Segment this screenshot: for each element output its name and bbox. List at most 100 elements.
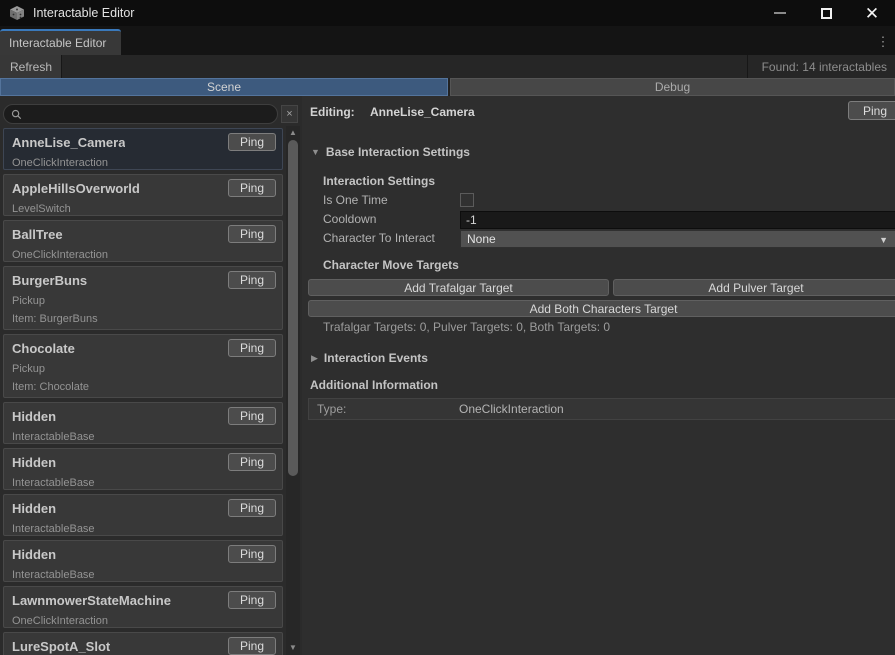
tab-scene[interactable]: Scene (0, 78, 448, 96)
ping-button[interactable]: Ping (228, 271, 276, 289)
interactable-editor-window: Interactable Editor ✕ Interactable Edito… (0, 0, 895, 655)
item-subtitle: Item: BurgerBuns (12, 313, 276, 325)
type-row: Type: OneClickInteraction (308, 398, 895, 420)
item-subtitle: LevelSwitch (12, 203, 276, 215)
additional-information-header: Additional Information (310, 378, 438, 392)
minimize-icon (774, 12, 786, 14)
interaction-events-foldout[interactable]: ▶ Interaction Events (311, 351, 428, 365)
item-subtitle: InteractableBase (12, 523, 276, 535)
scroll-down-icon[interactable]: ▼ (286, 641, 300, 653)
tab-interactable-editor[interactable]: Interactable Editor (0, 29, 121, 55)
item-title: BallTree (12, 225, 63, 242)
search-icon (11, 109, 22, 120)
editing-target-name: AnneLise_Camera (370, 105, 475, 119)
doc-tab-strip: Interactable Editor ⋮ (0, 26, 895, 55)
item-subtitle: Item: Chocolate (12, 381, 276, 393)
character-to-interact-dropdown[interactable]: None ▼ (460, 230, 895, 248)
item-title: AnneLise_Camera (12, 133, 125, 150)
chevron-down-icon: ▼ (879, 235, 888, 245)
list-item[interactable]: AnneLise_Camera Ping OneClickInteraction (3, 128, 283, 170)
add-pulver-target-button[interactable]: Add Pulver Target (613, 279, 895, 296)
foldout-closed-icon: ▶ (311, 353, 318, 364)
list-item[interactable]: BallTreePingOneClickInteraction (3, 220, 283, 262)
title-bar: Interactable Editor ✕ (0, 0, 895, 26)
close-icon: ✕ (865, 5, 879, 22)
list-item[interactable]: LureSpotA_Slot Ping (3, 632, 283, 655)
search-box[interactable] (3, 104, 278, 124)
item-subtitle: InteractableBase (12, 477, 276, 489)
item-subtitle: OneClickInteraction (12, 157, 276, 169)
item-title: Hidden (12, 407, 56, 424)
ping-button[interactable]: Ping (228, 545, 276, 563)
scrollbar-thumb[interactable] (288, 140, 298, 476)
is-one-time-label: Is One Time (323, 191, 388, 209)
list-item[interactable]: Hidden Ping InteractableBase (3, 494, 283, 536)
editing-label: Editing: (310, 105, 355, 119)
tab-debug[interactable]: Debug (450, 78, 895, 96)
cooldown-value: -1 (466, 213, 477, 227)
cooldown-field[interactable]: -1 (460, 211, 895, 229)
item-title: Hidden (12, 499, 56, 516)
kebab-menu-icon[interactable]: ⋮ (875, 34, 891, 52)
view-tab-bar: Scene Debug (0, 78, 895, 96)
maximize-icon (821, 8, 832, 19)
list-item[interactable]: AppleHillsOverworld Ping LevelSwitch (3, 174, 283, 216)
doc-tab-label: Interactable Editor (9, 36, 106, 50)
list-item[interactable]: BurgerBuns Ping Pickup Item: BurgerBuns (3, 266, 283, 330)
interactable-list: AnneLise_Camera Ping OneClickInteraction Ap… (3, 128, 283, 655)
ping-button[interactable]: Ping (228, 225, 276, 243)
refresh-button[interactable]: Refresh (0, 55, 62, 78)
list-item[interactable]: LawnmowerStateMachine Ping OneClickInterac… (3, 586, 283, 628)
window-title: Interactable Editor (33, 6, 134, 20)
found-count-label: Found: 14 interactables (762, 55, 887, 78)
is-one-time-checkbox[interactable] (460, 193, 474, 207)
ping-button[interactable]: Ping (228, 499, 276, 517)
add-trafalgar-target-button[interactable]: Add Trafalgar Target (308, 279, 609, 296)
item-title: AppleHillsOverworld (12, 179, 140, 196)
ping-button[interactable]: Ping (228, 179, 276, 197)
ping-button[interactable]: Ping (228, 339, 276, 357)
search-clear-button[interactable]: × (281, 105, 298, 123)
item-subtitle: InteractableBase (12, 569, 276, 581)
list-item[interactable]: Hidden Ping InteractableBase (3, 402, 283, 444)
close-button[interactable]: ✕ (849, 0, 895, 26)
add-both-characters-target-button[interactable]: Add Both Characters Target (308, 300, 895, 317)
type-label: Type: (309, 402, 459, 416)
item-subtitle: InteractableBase (12, 431, 276, 443)
type-value: OneClickInteraction (459, 402, 564, 416)
ping-button[interactable]: Ping (228, 453, 276, 471)
character-move-targets-header: Character Move Targets (323, 258, 459, 272)
minimize-button[interactable] (757, 0, 803, 26)
ping-button[interactable]: Ping (228, 591, 276, 609)
item-subtitle: Pickup (12, 363, 276, 375)
list-item[interactable]: Hidden Ping InteractableBase (3, 540, 283, 582)
dropdown-selected-value: None (467, 232, 496, 246)
foldout-open-icon: ▼ (311, 147, 320, 157)
character-to-interact-label: Character To Interact (323, 229, 435, 247)
targets-summary: Trafalgar Targets: 0, Pulver Targets: 0,… (323, 320, 610, 334)
toolbar: Refresh Found: 14 interactables (0, 55, 895, 78)
list-scrollbar[interactable]: ▲ ▼ (286, 126, 300, 655)
editor-ping-button[interactable]: Ping (848, 101, 895, 120)
item-title: Hidden (12, 453, 56, 470)
maximize-button[interactable] (803, 0, 849, 26)
base-settings-foldout-label: Base Interaction Settings (326, 145, 470, 159)
scroll-up-icon[interactable]: ▲ (286, 126, 300, 138)
ping-button[interactable]: Ping (228, 407, 276, 425)
interactable-list-panel: × AnneLise_Camera Ping OneClickInteraction… (0, 96, 302, 655)
list-item[interactable]: Hidden Ping InteractableBase (3, 448, 283, 490)
interaction-settings-header: Interaction Settings (323, 174, 435, 188)
item-title: Hidden (12, 545, 56, 562)
ping-button[interactable]: Ping (228, 133, 276, 151)
item-title: LawnmowerStateMachine (12, 591, 171, 608)
item-subtitle: OneClickInteraction (12, 615, 276, 627)
search-row: × (0, 104, 302, 124)
item-subtitle: Pickup (12, 295, 276, 307)
cooldown-label: Cooldown (323, 210, 376, 228)
ping-button[interactable]: Ping (228, 637, 276, 655)
base-settings-foldout[interactable]: ▼ Base Interaction Settings (311, 145, 470, 159)
search-input[interactable] (22, 106, 277, 122)
list-item[interactable]: ChocolatePingPickupItem: Chocolate (3, 334, 283, 398)
item-title: BurgerBuns (12, 271, 87, 288)
item-title: LureSpotA_Slot (12, 637, 110, 654)
